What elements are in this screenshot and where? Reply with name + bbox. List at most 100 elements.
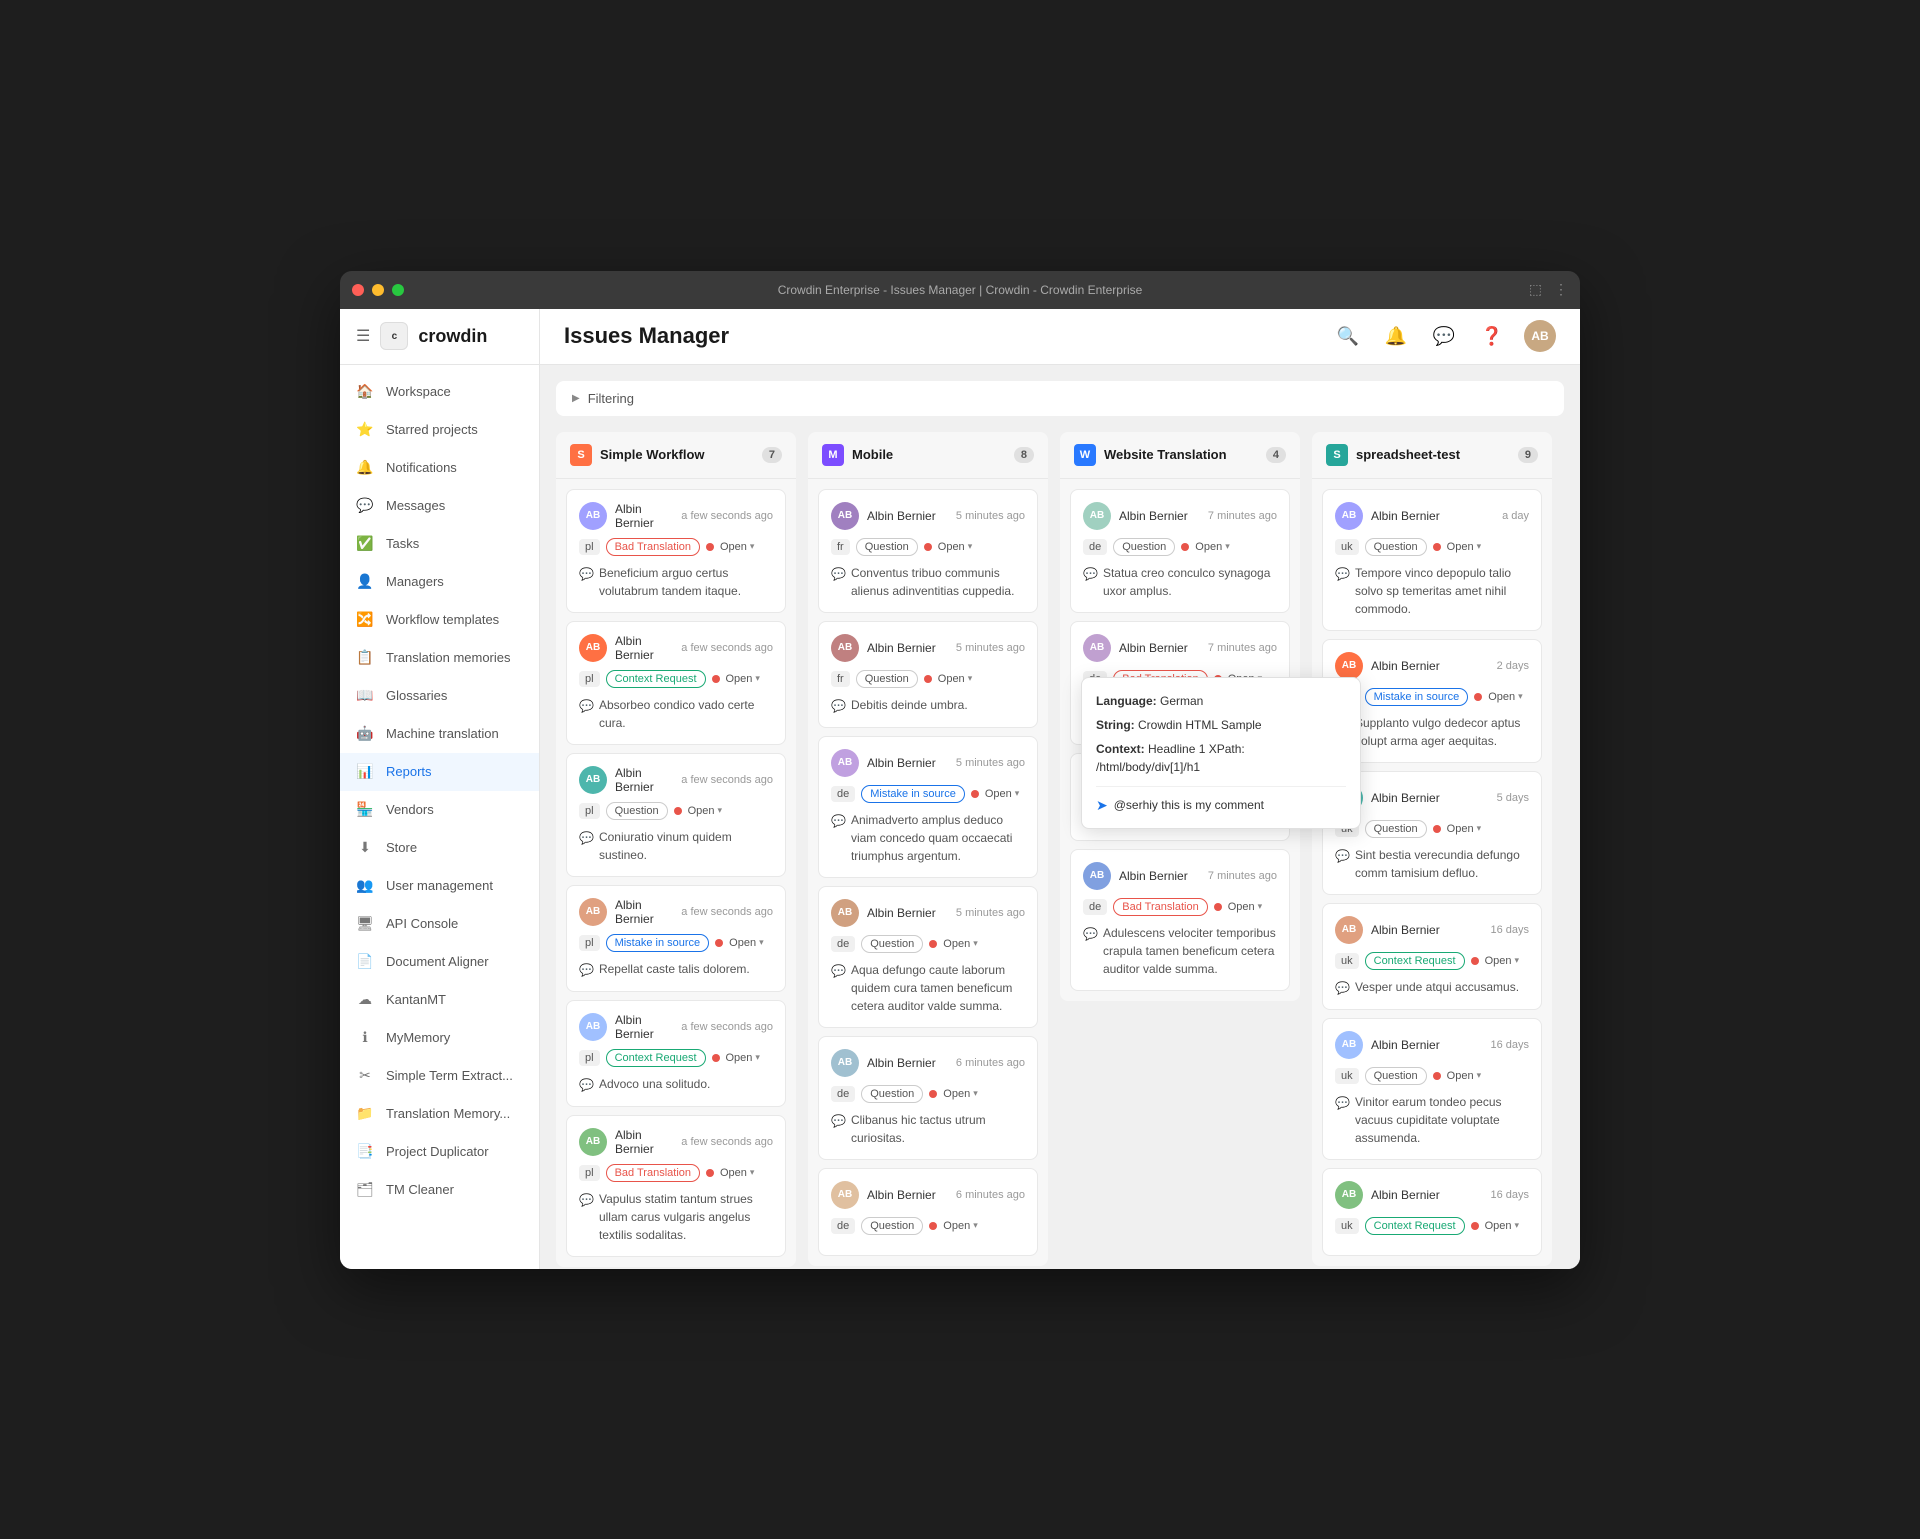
status-btn-sw1[interactable]: Open ▾ xyxy=(720,541,754,553)
issue-card-m4[interactable]: AB Albin Bernier 5 minutes ago de Questi… xyxy=(818,886,1038,1028)
status-btn-m5[interactable]: Open ▾ xyxy=(943,1088,977,1100)
card-tag-m5[interactable]: Question xyxy=(861,1085,923,1103)
issue-card-st4[interactable]: AB Albin Bernier 16 days uk Context Requ… xyxy=(1322,903,1542,1010)
sidebar-item-simple-term[interactable]: ✂ Simple Term Extract... xyxy=(340,1057,539,1095)
status-btn-st6[interactable]: Open ▾ xyxy=(1485,1220,1519,1232)
issue-card-m1[interactable]: AB Albin Bernier 5 minutes ago fr Questi… xyxy=(818,489,1038,613)
sidebar-item-reports[interactable]: 📊 Reports xyxy=(340,753,539,791)
card-tag-st2[interactable]: Mistake in source xyxy=(1365,688,1469,706)
lang-badge-sw2: pl xyxy=(579,671,600,687)
sidebar-item-mymemory[interactable]: ℹ MyMemory xyxy=(340,1019,539,1057)
issue-card-sw1[interactable]: AB Albin Bernier a few seconds ago pl Ba… xyxy=(566,489,786,613)
filter-bar[interactable]: ▶ Filtering xyxy=(556,381,1564,416)
issue-card-m6[interactable]: AB Albin Bernier 6 minutes ago de Questi… xyxy=(818,1168,1038,1256)
sidebar-item-api-console[interactable]: 🖥 API Console xyxy=(340,905,539,943)
comment-icon-sw2: 💬 xyxy=(579,697,594,715)
card-tag-wt4[interactable]: Bad Translation xyxy=(1113,898,1207,916)
card-tag-st6[interactable]: Context Request xyxy=(1365,1217,1465,1235)
card-tag-sw1[interactable]: Bad Translation xyxy=(606,538,700,556)
card-tag-sw6[interactable]: Bad Translation xyxy=(606,1164,700,1182)
status-btn-st1[interactable]: Open ▾ xyxy=(1447,541,1481,553)
status-btn-st3[interactable]: Open ▾ xyxy=(1447,823,1481,835)
status-btn-m2[interactable]: Open ▾ xyxy=(938,673,972,685)
status-btn-sw6[interactable]: Open ▾ xyxy=(720,1167,754,1179)
send-icon[interactable]: ➤ xyxy=(1096,797,1108,814)
status-btn-st5[interactable]: Open ▾ xyxy=(1447,1070,1481,1082)
status-btn-sw4[interactable]: Open ▾ xyxy=(729,937,763,949)
card-tag-sw5[interactable]: Context Request xyxy=(606,1049,706,1067)
card-tag-st1[interactable]: Question xyxy=(1365,538,1427,556)
sidebar-item-store[interactable]: ⬇ Store xyxy=(340,829,539,867)
minimize-button[interactable] xyxy=(372,284,384,296)
card-tag-m2[interactable]: Question xyxy=(856,670,918,688)
issue-card-m5[interactable]: AB Albin Bernier 6 minutes ago de Questi… xyxy=(818,1036,1038,1160)
sidebar-item-doc-aligner[interactable]: 📄 Document Aligner xyxy=(340,943,539,981)
issue-card-sw3[interactable]: AB Albin Bernier a few seconds ago pl Qu… xyxy=(566,753,786,877)
user-avatar[interactable]: AB xyxy=(1524,320,1556,352)
messages-button[interactable]: 💬 xyxy=(1428,320,1460,352)
status-btn-m4[interactable]: Open ▾ xyxy=(943,938,977,950)
status-btn-m1[interactable]: Open ▾ xyxy=(938,541,972,553)
status-btn-st4[interactable]: Open ▾ xyxy=(1485,955,1519,967)
issue-card-st1[interactable]: AB Albin Bernier a day uk Question Open … xyxy=(1322,489,1542,631)
search-button[interactable]: 🔍 xyxy=(1332,320,1364,352)
status-btn-sw5[interactable]: Open ▾ xyxy=(726,1052,760,1064)
card-tag-sw2[interactable]: Context Request xyxy=(606,670,706,688)
status-btn-sw3[interactable]: Open ▾ xyxy=(688,805,722,817)
card-tag-wt1[interactable]: Question xyxy=(1113,538,1175,556)
status-btn-m6[interactable]: Open ▾ xyxy=(943,1220,977,1232)
issue-card-sw5[interactable]: AB Albin Bernier a few seconds ago pl Co… xyxy=(566,1000,786,1107)
status-btn-sw2[interactable]: Open ▾ xyxy=(726,673,760,685)
status-btn-wt4[interactable]: Open ▾ xyxy=(1228,901,1262,913)
card-tag-sw3[interactable]: Question xyxy=(606,802,668,820)
lang-badge-st5: uk xyxy=(1335,1068,1359,1084)
card-tag-m4[interactable]: Question xyxy=(861,935,923,953)
sidebar-item-managers[interactable]: 👤 Managers xyxy=(340,563,539,601)
hamburger-icon[interactable]: ☰ xyxy=(356,326,370,346)
more-icon[interactable]: ⋮ xyxy=(1554,281,1568,298)
sidebar-item-workspace[interactable]: 🏠 Workspace xyxy=(340,373,539,411)
sidebar-item-notifications[interactable]: 🔔 Notifications xyxy=(340,449,539,487)
issue-card-wt1[interactable]: AB Albin Bernier 7 minutes ago de Questi… xyxy=(1070,489,1290,613)
sidebar-item-tasks[interactable]: ✅ Tasks xyxy=(340,525,539,563)
status-btn-wt1[interactable]: Open ▾ xyxy=(1195,541,1229,553)
help-button[interactable]: ❓ xyxy=(1476,320,1508,352)
sidebar-item-kantanmt[interactable]: ☁ KantanMT xyxy=(340,981,539,1019)
sidebar-item-vendors[interactable]: 🏪 Vendors xyxy=(340,791,539,829)
card-tag-st5[interactable]: Question xyxy=(1365,1067,1427,1085)
sidebar-item-glossaries[interactable]: 📖 Glossaries xyxy=(340,677,539,715)
sidebar-item-starred[interactable]: ⭐ Starred projects xyxy=(340,411,539,449)
card-time-sw2: a few seconds ago xyxy=(681,642,773,654)
card-tag-m3[interactable]: Mistake in source xyxy=(861,785,965,803)
issue-card-st6[interactable]: AB Albin Bernier 16 days uk Context Requ… xyxy=(1322,1168,1542,1256)
sidebar-item-memories[interactable]: 📋 Translation memories xyxy=(340,639,539,677)
comment-input[interactable]: @serhiy this is my comment xyxy=(1114,798,1346,812)
sidebar-item-workflow[interactable]: 🔀 Workflow templates xyxy=(340,601,539,639)
issue-card-sw2[interactable]: AB Albin Bernier a few seconds ago pl Co… xyxy=(566,621,786,745)
card-tag-st4[interactable]: Context Request xyxy=(1365,952,1465,970)
issue-card-sw6[interactable]: AB Albin Bernier a few seconds ago pl Ba… xyxy=(566,1115,786,1257)
issue-card-wt4[interactable]: AB Albin Bernier 7 minutes ago de Bad Tr… xyxy=(1070,849,1290,991)
sidebar-item-tm-cleaner[interactable]: 🗂 TM Cleaner xyxy=(340,1171,539,1209)
close-button[interactable] xyxy=(352,284,364,296)
card-tag-m1[interactable]: Question xyxy=(856,538,918,556)
issue-card-st5[interactable]: AB Albin Bernier 16 days uk Question Ope… xyxy=(1322,1018,1542,1160)
card-tag-sw4[interactable]: Mistake in source xyxy=(606,934,710,952)
issue-card-m3[interactable]: AB Albin Bernier 5 minutes ago de Mistak… xyxy=(818,736,1038,878)
sidebar-item-proj-dup[interactable]: 📑 Project Duplicator xyxy=(340,1133,539,1171)
issue-card-wt2[interactable]: AB Albin Bernier 7 minutes ago de Bad Tr… xyxy=(1070,621,1290,745)
sidebar-item-tm-cloud[interactable]: 📁 Translation Memory... xyxy=(340,1095,539,1133)
card-tag-m6[interactable]: Question xyxy=(861,1217,923,1235)
sidebar-item-machine[interactable]: 🤖 Machine translation xyxy=(340,715,539,753)
issue-card-m2[interactable]: AB Albin Bernier 5 minutes ago fr Questi… xyxy=(818,621,1038,728)
extension-icon[interactable]: ⬚ xyxy=(1529,281,1542,298)
status-btn-st2[interactable]: Open ▾ xyxy=(1488,691,1522,703)
card-tag-st3[interactable]: Question xyxy=(1365,820,1427,838)
notifications-button[interactable]: 🔔 xyxy=(1380,320,1412,352)
sidebar-item-messages[interactable]: 💬 Messages xyxy=(340,487,539,525)
card-tags-m6: de Question Open ▾ xyxy=(831,1217,1025,1235)
sidebar-item-user-mgmt[interactable]: 👥 User management xyxy=(340,867,539,905)
maximize-button[interactable] xyxy=(392,284,404,296)
issue-card-sw4[interactable]: AB Albin Bernier a few seconds ago pl Mi… xyxy=(566,885,786,992)
status-btn-m3[interactable]: Open ▾ xyxy=(985,788,1019,800)
